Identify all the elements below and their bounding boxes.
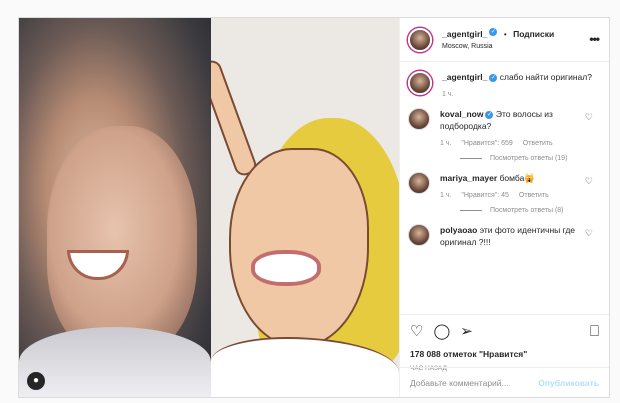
verified-badge-icon: ✓ [489, 28, 498, 37]
publish-button[interactable]: Опубликовать [538, 378, 599, 388]
share-paper-plane-icon[interactable]: ➢ [460, 323, 473, 341]
verified-badge-icon: ✓ [489, 73, 498, 82]
post-media[interactable]: ● [19, 18, 399, 397]
reply-button[interactable]: Ответить [523, 140, 553, 147]
caption-text: слабо найти оригинал? [499, 72, 592, 82]
like-comment-icon[interactable]: ♡ [585, 228, 593, 239]
verified-badge-icon: ✓ [485, 110, 494, 119]
follow-button[interactable]: Подписки [513, 29, 554, 39]
location-link[interactable]: Moscow, Russia [442, 41, 554, 53]
more-options-icon[interactable]: ••• [589, 32, 600, 46]
author-avatar[interactable] [408, 27, 432, 52]
comments-list[interactable]: _agentgirl_ ✓ слабо найти оригинал? 1 ч. … [400, 63, 609, 313]
author-username[interactable]: _agentgirl_ [442, 29, 487, 39]
like-comment-icon[interactable]: ♡ [585, 112, 593, 123]
comment-likes[interactable]: "Нравится": 659 [461, 140, 512, 147]
user-tag-icon[interactable]: ● [27, 372, 45, 390]
comment-avatar[interactable] [408, 172, 430, 194]
likes-count[interactable]: 178 088 отметок "Нравится" [410, 349, 599, 359]
view-replies-button[interactable]: Посмотреть ответы (8) [460, 207, 590, 214]
view-replies-button[interactable]: Посмотреть ответы (19) [460, 155, 590, 162]
comment-item: mariya_mayer бомба🙀 1 ч. "Нравится": 45 … [408, 172, 601, 214]
comment-text: бомба🙀 [499, 173, 535, 183]
post-sidebar: _agentgirl_ ✓ • Подписки Moscow, Russia •… [399, 18, 609, 397]
instagram-post: ● _agentgirl_ ✓ • Подписки Moscow, Russia… [18, 17, 610, 398]
comment-item: koval_now ✓ Это волосы из подбородка? 1 ч… [408, 108, 601, 162]
comment-time: 1 ч. [440, 140, 452, 147]
reply-button[interactable]: Ответить [519, 192, 549, 199]
drawing-arm [211, 57, 259, 179]
post-header: _agentgirl_ ✓ • Подписки Moscow, Russia •… [400, 18, 609, 62]
bookmark-icon[interactable]: ⎕ [590, 323, 599, 341]
comment-username[interactable]: mariya_mayer [440, 173, 497, 183]
comment-item: polyaoao эти фото идентичны где оригинал… [408, 224, 601, 248]
comment-avatar[interactable] [408, 108, 430, 130]
comment-bubble-icon[interactable]: ◯ [433, 323, 450, 341]
comment-likes[interactable]: "Нравится": 45 [461, 192, 509, 199]
caption-avatar[interactable] [408, 71, 432, 95]
drawing-mouth [251, 250, 321, 286]
like-heart-icon[interactable]: ♡ [410, 323, 423, 341]
add-comment-input[interactable]: Добавьте комментарий... [410, 378, 509, 388]
comment-username[interactable]: koval_now [440, 109, 483, 119]
original-photo [19, 18, 211, 397]
comment-time: 1 ч. [440, 192, 452, 199]
photo-shirt [19, 327, 211, 397]
drawing-image [211, 18, 399, 397]
comment-username[interactable]: polyaoao [440, 225, 477, 235]
comment-avatar[interactable] [408, 224, 430, 246]
post-actions: ♡ ◯ ➢ ⎕ 178 088 отметок "Нравится" ЧАС Н… [400, 314, 609, 372]
caption-username[interactable]: _agentgirl_ [442, 72, 487, 82]
header-separator: • [503, 29, 507, 39]
add-comment-bar: Добавьте комментарий... Опубликовать [400, 367, 609, 397]
caption-time: 1 ч. [442, 91, 454, 98]
caption: _agentgirl_ ✓ слабо найти оригинал? 1 ч. [408, 71, 601, 98]
photo-face [47, 126, 197, 356]
drawing-face [229, 148, 369, 348]
like-comment-icon[interactable]: ♡ [585, 176, 593, 187]
